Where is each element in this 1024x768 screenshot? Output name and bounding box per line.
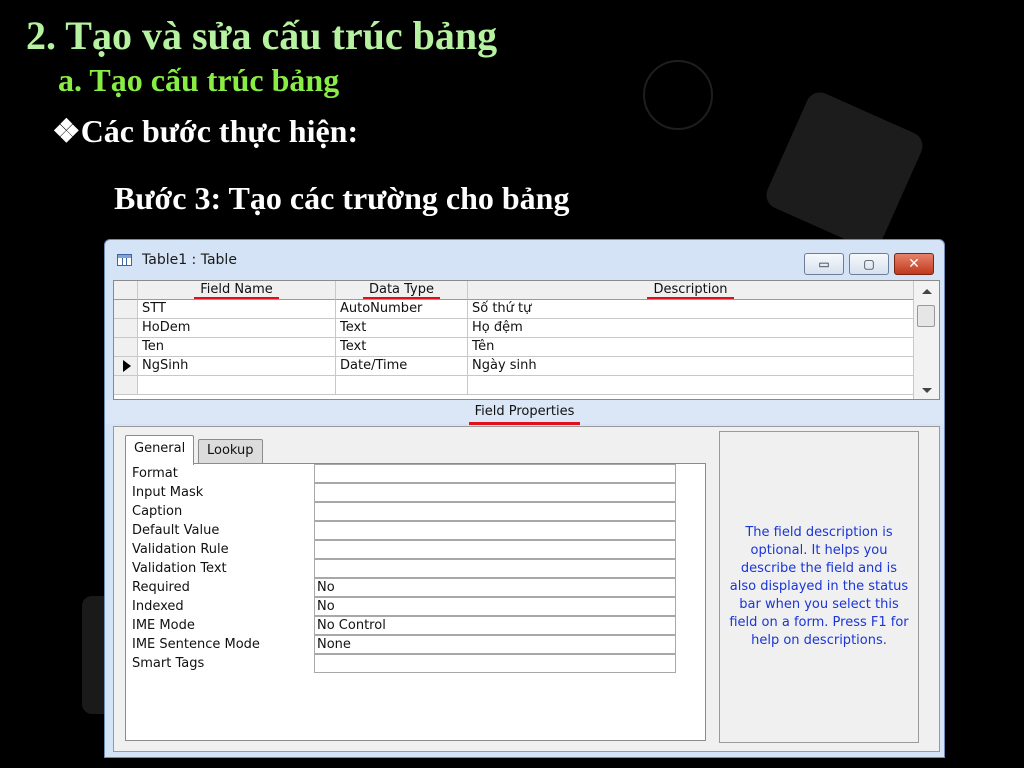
property-value[interactable] (314, 483, 676, 502)
property-row[interactable]: Caption (126, 502, 686, 521)
table-design-window: Table1 : Table ▭ ▢ ✕ Field Name Data Typ… (104, 239, 945, 758)
property-row[interactable]: Default Value (126, 521, 686, 540)
column-header-description[interactable]: Description (468, 281, 914, 300)
scroll-down-icon[interactable] (922, 388, 932, 393)
header-selector[interactable] (114, 281, 138, 300)
property-label: Default Value (132, 523, 220, 538)
scroll-thumb[interactable] (917, 305, 935, 327)
decorative-square (761, 87, 928, 254)
property-value[interactable] (314, 540, 676, 559)
tab-general[interactable]: General (125, 435, 195, 465)
restore-icon: ▢ (863, 257, 875, 271)
data-type-cell[interactable]: Text (336, 338, 468, 357)
property-label: Required (132, 580, 190, 595)
field-properties-bar: Field Properties (105, 400, 944, 425)
slide-step: Bước 3: Tạo các trường cho bảng (114, 180, 570, 216)
field-name-cell[interactable]: HoDem (138, 319, 336, 338)
row-selector[interactable] (114, 357, 138, 376)
field-help-text: The field description is optional. It he… (729, 525, 909, 648)
description-cell[interactable]: Số thứ tự (468, 300, 914, 319)
table-row[interactable]: Ten Text Tên (114, 338, 914, 357)
column-header-data-type[interactable]: Data Type (336, 281, 468, 300)
slide-bullet: ❖Các bước thực hiện: (52, 112, 358, 150)
row-selector[interactable] (114, 300, 138, 319)
slide-subtitle: a. Tạo cấu trúc bảng (58, 62, 340, 98)
property-value[interactable]: None (314, 635, 676, 654)
field-name-cell[interactable] (138, 376, 336, 395)
property-row[interactable]: Input Mask (126, 483, 686, 502)
property-row[interactable]: IME Sentence Mode None (126, 635, 686, 654)
data-type-cell[interactable] (336, 376, 468, 395)
table-icon (117, 254, 132, 266)
grid-header: Field Name Data Type Description (114, 281, 914, 300)
property-value[interactable] (314, 464, 676, 483)
decorative-circle (643, 60, 713, 130)
property-row[interactable]: Format (126, 464, 686, 483)
tab-lookup[interactable]: Lookup (198, 439, 263, 463)
close-button[interactable]: ✕ (894, 253, 934, 275)
property-label: Input Mask (132, 485, 204, 500)
field-properties-pane: General Lookup Format Input Mask Caption… (113, 426, 940, 752)
table-row[interactable]: NgSinh Date/Time Ngày sinh (114, 357, 914, 376)
row-selector[interactable] (114, 319, 138, 338)
field-name-cell[interactable]: NgSinh (138, 357, 336, 376)
column-header-field-name[interactable]: Field Name (138, 281, 336, 300)
slide-title: 2. Tạo và sửa cấu trúc bảng (26, 13, 498, 58)
table-row[interactable]: HoDem Text Họ đệm (114, 319, 914, 338)
table-row-new[interactable] (114, 376, 914, 395)
property-value[interactable]: No (314, 597, 676, 616)
bullet-diamond-icon: ❖ (52, 113, 81, 149)
property-label: Caption (132, 504, 183, 519)
description-cell[interactable]: Họ đệm (468, 319, 914, 338)
property-row[interactable]: IME Mode No Control (126, 616, 686, 635)
property-value[interactable]: No (314, 578, 676, 597)
row-selector[interactable] (114, 338, 138, 357)
property-label: IME Sentence Mode (132, 637, 260, 652)
data-type-cell[interactable]: AutoNumber (336, 300, 468, 319)
description-cell[interactable] (468, 376, 914, 395)
field-name-cell[interactable]: STT (138, 300, 336, 319)
description-cell[interactable]: Tên (468, 338, 914, 357)
property-label: Validation Text (132, 561, 227, 576)
restore-button[interactable]: ▢ (849, 253, 889, 275)
property-value[interactable] (314, 502, 676, 521)
property-label: Format (132, 466, 178, 481)
data-type-cell[interactable]: Text (336, 319, 468, 338)
field-help-box: The field description is optional. It he… (719, 431, 919, 743)
table-row[interactable]: STT AutoNumber Số thứ tự (114, 300, 914, 319)
scroll-up-icon[interactable] (922, 289, 932, 294)
minimize-button[interactable]: ▭ (804, 253, 844, 275)
property-row[interactable]: Required No (126, 578, 686, 597)
property-label: Smart Tags (132, 656, 205, 671)
window-title: Table1 : Table (142, 252, 237, 268)
property-row[interactable]: Smart Tags (126, 654, 686, 673)
property-label: Validation Rule (132, 542, 229, 557)
row-selector[interactable] (114, 376, 138, 395)
property-value[interactable] (314, 521, 676, 540)
property-row[interactable]: Indexed No (126, 597, 686, 616)
property-value[interactable]: No Control (314, 616, 676, 635)
property-label: Indexed (132, 599, 184, 614)
close-icon: ✕ (908, 256, 920, 272)
property-value[interactable] (314, 654, 676, 673)
grid-vertical-scrollbar[interactable] (913, 281, 939, 399)
field-grid: Field Name Data Type Description STT Aut… (113, 280, 940, 400)
general-tab-panel: Format Input Mask Caption Default Value … (125, 463, 706, 741)
property-row[interactable]: Validation Rule (126, 540, 686, 559)
property-label: IME Mode (132, 618, 195, 633)
window-controls: ▭ ▢ ✕ (804, 253, 934, 275)
property-row[interactable]: Validation Text (126, 559, 686, 578)
minimize-icon: ▭ (818, 257, 830, 271)
current-row-pointer-icon (123, 360, 131, 372)
data-type-cell[interactable]: Date/Time (336, 357, 468, 376)
bullet-text: Các bước thực hiện: (80, 113, 359, 149)
property-value[interactable] (314, 559, 676, 578)
description-cell[interactable]: Ngày sinh (468, 357, 914, 376)
field-properties-label: Field Properties (468, 402, 581, 425)
field-name-cell[interactable]: Ten (138, 338, 336, 357)
